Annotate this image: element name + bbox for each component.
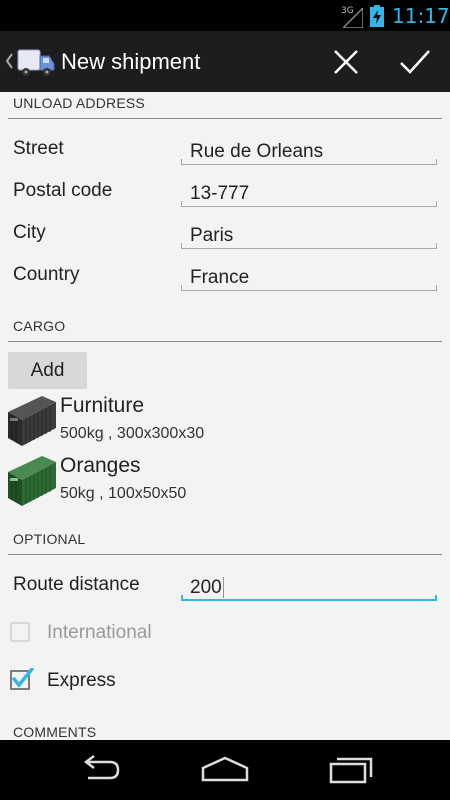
navigation-bar <box>0 740 450 800</box>
clock: 11:17 <box>392 4 450 28</box>
signal-icon <box>343 8 363 28</box>
cargo-item-oranges[interactable]: Oranges 50kg , 100x50x50 <box>4 452 444 510</box>
screen-title: New shipment <box>61 49 201 74</box>
postal-code-label: Postal code <box>13 180 113 201</box>
close-icon[interactable] <box>326 42 366 82</box>
express-label: Express <box>47 670 116 691</box>
form-content[interactable]: UNLOAD ADDRESS Street Rue de Orleans Pos… <box>0 92 450 740</box>
truck-icon[interactable] <box>16 42 56 82</box>
add-cargo-button[interactable]: Add <box>8 352 87 389</box>
route-distance-label: Route distance <box>13 574 140 595</box>
up-chevron-icon[interactable] <box>4 51 14 71</box>
country-field-underline <box>181 285 437 291</box>
check-icon[interactable] <box>393 42 437 82</box>
status-bar: 3G 11:17 <box>0 0 450 31</box>
action-bar: New shipment <box>0 31 450 92</box>
city-field-underline <box>181 243 437 249</box>
cargo-name: Furniture <box>60 394 145 417</box>
container-icon <box>8 396 56 446</box>
section-header-optional: OPTIONAL <box>13 531 86 547</box>
divider <box>8 341 442 342</box>
recents-icon[interactable] <box>327 754 375 786</box>
route-distance-field-underline <box>181 595 437 601</box>
country-label: Country <box>13 264 80 285</box>
section-header-comments: COMMENTS <box>13 724 97 740</box>
divider <box>8 118 442 119</box>
cargo-detail: 500kg , 300x300x30 <box>60 425 205 442</box>
postal-code-field-underline <box>181 201 437 207</box>
home-icon[interactable] <box>201 754 249 786</box>
international-checkbox[interactable] <box>10 622 30 642</box>
street-label: Street <box>13 138 64 159</box>
international-label: International <box>47 622 152 643</box>
cargo-detail: 50kg , 100x50x50 <box>60 485 187 502</box>
section-header-unload-address: UNLOAD ADDRESS <box>13 95 145 111</box>
container-icon <box>8 456 56 506</box>
battery-charging-icon <box>370 5 384 27</box>
cargo-item-furniture[interactable]: Furniture 500kg , 300x300x30 <box>4 392 444 450</box>
street-field-underline <box>181 159 437 165</box>
express-checkbox[interactable] <box>10 668 34 690</box>
divider <box>8 554 442 555</box>
city-label: City <box>13 222 46 243</box>
cargo-name: Oranges <box>60 454 141 477</box>
back-icon[interactable] <box>76 754 124 786</box>
section-header-cargo: CARGO <box>13 318 66 334</box>
